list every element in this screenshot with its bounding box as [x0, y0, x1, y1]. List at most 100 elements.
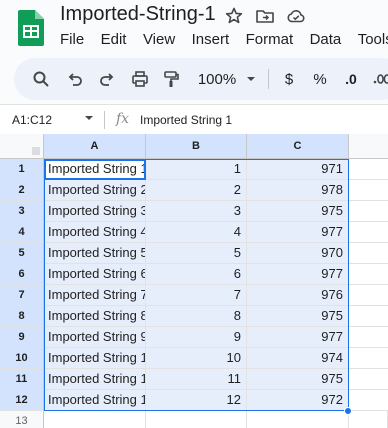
- menu-insert[interactable]: Insert: [192, 31, 230, 48]
- cell-c[interactable]: 974: [247, 348, 349, 369]
- name-box[interactable]: A1:C12: [12, 113, 52, 127]
- cell-a[interactable]: Imported String 9: [44, 327, 146, 348]
- row-header[interactable]: 12: [0, 390, 44, 411]
- decrease-decimal-button[interactable]: .0: [340, 58, 362, 100]
- row-header[interactable]: 1: [0, 159, 44, 180]
- cell-d[interactable]: [349, 264, 388, 285]
- row-header[interactable]: 5: [0, 243, 44, 264]
- cell-d[interactable]: [349, 243, 388, 264]
- cell-c[interactable]: 977: [247, 327, 349, 348]
- sheets-logo-icon[interactable]: [18, 10, 44, 46]
- cell-d[interactable]: [349, 285, 388, 306]
- cell-d[interactable]: [349, 369, 388, 390]
- search-menus-button[interactable]: [30, 58, 52, 100]
- menu-edit[interactable]: Edit: [101, 31, 127, 48]
- cell-b[interactable]: 10: [146, 348, 247, 369]
- dropdown-arrow-icon: [247, 77, 255, 81]
- cell-c[interactable]: 975: [247, 306, 349, 327]
- cell-a[interactable]: Imported String 11: [44, 369, 146, 390]
- cell-b[interactable]: 2: [146, 180, 247, 201]
- cell-c[interactable]: 971: [247, 159, 349, 180]
- column-header-b[interactable]: B: [146, 134, 247, 159]
- cell-b[interactable]: 9: [146, 327, 247, 348]
- row-header[interactable]: 3: [0, 201, 44, 222]
- formula-input[interactable]: Imported String 1: [140, 113, 232, 127]
- cell-b[interactable]: 6: [146, 264, 247, 285]
- row-header[interactable]: 13: [0, 411, 44, 428]
- column-header-d[interactable]: [349, 134, 388, 159]
- menu-format[interactable]: Format: [246, 31, 294, 48]
- row-header[interactable]: 8: [0, 306, 44, 327]
- cell-b[interactable]: 8: [146, 306, 247, 327]
- cell-b[interactable]: 1: [146, 159, 247, 180]
- row-header[interactable]: 2: [0, 180, 44, 201]
- zoom-select[interactable]: 100%: [194, 58, 240, 100]
- cell-a[interactable]: Imported String 5: [44, 243, 146, 264]
- format-percent-button[interactable]: %: [310, 58, 330, 100]
- row-header[interactable]: 10: [0, 348, 44, 369]
- cell-a[interactable]: Imported String 4: [44, 222, 146, 243]
- cell-a[interactable]: Imported String 3: [44, 201, 146, 222]
- zoom-dropdown[interactable]: [244, 58, 258, 100]
- cell-b[interactable]: 12: [146, 390, 247, 411]
- cell-c[interactable]: 977: [247, 264, 349, 285]
- increase-decimal-button[interactable]: [370, 58, 388, 100]
- select-all-corner[interactable]: [0, 134, 44, 159]
- row-header[interactable]: 9: [0, 327, 44, 348]
- cell-c[interactable]: 976: [247, 285, 349, 306]
- column-header-c[interactable]: C: [247, 134, 349, 159]
- cell-d[interactable]: [349, 390, 388, 411]
- empty-cell[interactable]: [146, 411, 247, 428]
- empty-cell[interactable]: [44, 411, 146, 428]
- cell-c[interactable]: 970: [247, 243, 349, 264]
- cell-b[interactable]: 7: [146, 285, 247, 306]
- empty-cell[interactable]: [247, 411, 349, 428]
- cell-b[interactable]: 11: [146, 369, 247, 390]
- move-to-folder-icon[interactable]: [255, 6, 275, 26]
- cell-d[interactable]: [349, 306, 388, 327]
- paint-format-button[interactable]: [160, 58, 182, 100]
- star-icon[interactable]: [224, 6, 244, 26]
- cell-c[interactable]: 972: [247, 390, 349, 411]
- cell-d[interactable]: [349, 159, 388, 180]
- cell-b[interactable]: 4: [146, 222, 247, 243]
- row-header[interactable]: 4: [0, 222, 44, 243]
- redo-button[interactable]: [96, 58, 118, 100]
- cell-c[interactable]: 975: [247, 369, 349, 390]
- row-header[interactable]: 11: [0, 369, 44, 390]
- cell-c[interactable]: 977: [247, 222, 349, 243]
- cell-d[interactable]: [349, 180, 388, 201]
- cell-a[interactable]: Imported String 7: [44, 285, 146, 306]
- menu-file[interactable]: File: [60, 31, 84, 48]
- function-icon: fx: [116, 111, 130, 127]
- active-cell-value[interactable]: Imported String 1: [48, 159, 144, 180]
- cell-b[interactable]: 3: [146, 201, 247, 222]
- menu-data[interactable]: Data: [310, 31, 342, 48]
- name-box-dropdown-icon[interactable]: [84, 113, 94, 123]
- cell-a[interactable]: Imported String 10: [44, 348, 146, 369]
- format-currency-button[interactable]: $: [280, 58, 298, 100]
- cell-a[interactable]: Imported String 8: [44, 306, 146, 327]
- undo-button[interactable]: [64, 58, 86, 100]
- print-button[interactable]: [129, 58, 151, 100]
- empty-cell[interactable]: [349, 411, 388, 428]
- cell-c[interactable]: 975: [247, 201, 349, 222]
- cell-d[interactable]: [349, 222, 388, 243]
- document-title[interactable]: Imported-String-1: [60, 3, 216, 26]
- cell-b[interactable]: 5: [146, 243, 247, 264]
- cell-a[interactable]: Imported String 12: [44, 390, 146, 411]
- cell-d[interactable]: [349, 348, 388, 369]
- fill-handle[interactable]: [344, 407, 352, 415]
- cell-a[interactable]: Imported String 6: [44, 264, 146, 285]
- cell-d[interactable]: [349, 327, 388, 348]
- cloud-saved-icon[interactable]: [286, 6, 306, 26]
- cell-d[interactable]: [349, 201, 388, 222]
- row-header[interactable]: 6: [0, 264, 44, 285]
- menu-view[interactable]: View: [143, 31, 175, 48]
- search-icon: [33, 71, 49, 87]
- row-header[interactable]: 7: [0, 285, 44, 306]
- cell-c[interactable]: 978: [247, 180, 349, 201]
- cell-a[interactable]: Imported String 2: [44, 180, 146, 201]
- menu-tools[interactable]: Tools: [358, 31, 388, 48]
- column-header-a[interactable]: A: [44, 134, 146, 159]
